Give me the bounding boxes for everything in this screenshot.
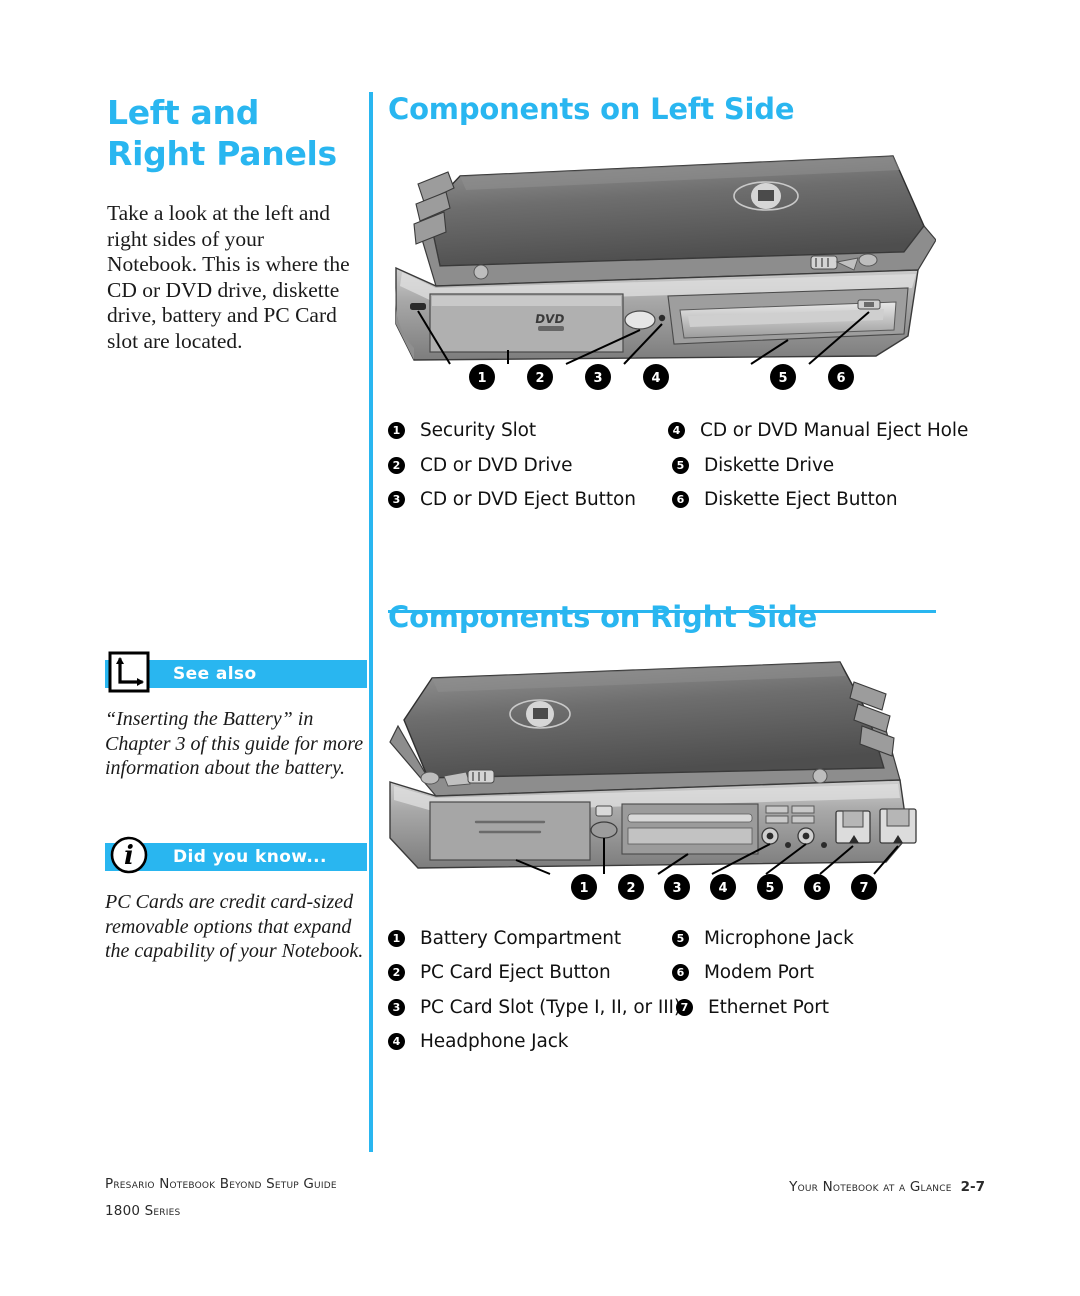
legend-item: 3 PC Card Slot (Type I, II, or III) — [388, 997, 681, 1018]
legend-label: Battery Compartment — [420, 927, 622, 949]
notebook-left-side-illustration: DVD 1 2 3 4 5 6 — [388, 148, 948, 438]
footer-section-title: Your Notebook at a Glance — [789, 1179, 952, 1195]
legend-label: CD or DVD Eject Button — [420, 489, 636, 510]
legend-label: Ethernet Port — [708, 996, 829, 1018]
legend-label: Diskette Drive — [703, 454, 835, 476]
footer-series: 1800 Series — [105, 1203, 181, 1219]
legend-bullet: 2 — [388, 456, 405, 474]
legend-item: 6 Modem Port — [671, 962, 948, 983]
info-circle-icon: i — [105, 831, 153, 879]
legend-row: 2 CD or DVD Drive 5 Diskette Drive — [388, 455, 948, 490]
legend-item: 1 Security Slot — [388, 420, 668, 441]
legend-label: Microphone Jack — [703, 927, 854, 949]
notebook-right-side-illustration: 1 2 3 4 5 6 7 — [388, 656, 948, 946]
legend-right-side: 1 Battery Compartment 5 Microphone Jack … — [388, 928, 948, 1066]
intro-paragraph: Take a look at the left and right sides … — [107, 201, 350, 353]
legend-bullet: 6 — [671, 964, 689, 981]
legend-item: 3 CD or DVD Eject Button — [388, 489, 672, 510]
legend-item: 2 PC Card Eject Button — [388, 962, 672, 983]
legend-bullet: 1 — [388, 422, 405, 439]
legend-item: 7 Ethernet Port — [676, 997, 948, 1018]
legend-label: Security Slot — [420, 420, 537, 441]
legend-label: Headphone Jack — [420, 1031, 569, 1052]
legend-bullet: 2 — [388, 964, 405, 981]
right-column: Components on Left Side DVD 1 2 3 4 5 6 … — [388, 92, 968, 1066]
left-column: Left and Right Panels Take a look at the… — [105, 92, 367, 355]
see-also-callout: See also “Inserting the Battery” in Chap… — [105, 651, 367, 801]
did-you-know-banner: i Did you know... — [105, 836, 367, 874]
legend-bullet: 4 — [668, 422, 685, 439]
page-title: Left and Right Panels — [107, 92, 367, 174]
legend-bullet: 6 — [671, 491, 689, 508]
legend-row: 3 PC Card Slot (Type I, II, or III) 7 Et… — [388, 997, 948, 1032]
legend-label: Diskette Eject Button — [703, 489, 898, 510]
legend-item: 4 CD or DVD Manual Eject Hole — [668, 420, 968, 441]
legend-item: 6 Diskette Eject Button — [671, 489, 948, 510]
see-also-body: “Inserting the Battery” in Chapter 3 of … — [105, 708, 364, 779]
legend-bullet: 4 — [388, 1033, 405, 1050]
footer-page-number: 2-7 — [960, 1179, 985, 1195]
legend-row: 2 PC Card Eject Button 6 Modem Port — [388, 962, 948, 997]
footer-right: Your Notebook at a Glance 2-7 — [789, 1176, 985, 1195]
footer-left: Presario Notebook Beyond Setup Guide 180… — [105, 1176, 337, 1219]
legend-bullet: 5 — [671, 929, 689, 947]
legend-bullet: 7 — [676, 998, 693, 1016]
section-divider-rule — [388, 610, 936, 613]
svg-text:i: i — [124, 841, 134, 871]
legend-item: 1 Battery Compartment — [388, 928, 672, 949]
legend-row: 4 Headphone Jack — [388, 1031, 948, 1066]
legend-label: PC Card Slot (Type I, II, or III) — [420, 996, 682, 1018]
legend-bullet: 5 — [671, 456, 689, 474]
legend-row: 1 Battery Compartment 5 Microphone Jack — [388, 928, 948, 963]
page-title-line-1: Left and — [107, 93, 260, 132]
did-you-know-body: PC Cards are credit card-sized removable… — [105, 891, 364, 962]
legend-bullet: 3 — [388, 998, 405, 1016]
legend-bullet: 1 — [388, 929, 405, 947]
legend-label: CD or DVD Drive — [420, 454, 573, 476]
footer-guide-title: Presario Notebook Beyond Setup Guide — [105, 1176, 337, 1192]
document-page: Left and Right Panels Take a look at the… — [0, 0, 1080, 1296]
legend-bullet: 3 — [388, 491, 405, 508]
legend-label: CD or DVD Manual Eject Hole — [700, 420, 969, 441]
legend-row: 1 Security Slot 4 CD or DVD Manual Eject… — [388, 420, 968, 455]
see-also-banner: See also — [105, 651, 367, 693]
legend-item: 5 Diskette Drive — [671, 454, 948, 476]
legend-item: 5 Microphone Jack — [671, 927, 948, 949]
legend-item: 2 CD or DVD Drive — [388, 455, 672, 476]
section-heading-left-side: Components on Left Side — [388, 92, 795, 126]
did-you-know-label: Did you know... — [173, 847, 327, 867]
legend-label: Modem Port — [703, 962, 814, 983]
legend-item: 4 Headphone Jack — [388, 1031, 672, 1052]
did-you-know-callout: i Did you know... PC Cards are credit ca… — [105, 836, 367, 984]
dvd-badge-text: DVD — [534, 312, 565, 326]
legend-row: 3 CD or DVD Eject Button 6 Diskette Ejec… — [388, 489, 948, 524]
legend-label: PC Card Eject Button — [420, 962, 611, 983]
see-also-label: See also — [173, 664, 257, 684]
page-title-line-2: Right Panels — [107, 134, 337, 173]
legend-left-side: 1 Security Slot 4 CD or DVD Manual Eject… — [388, 420, 968, 524]
see-also-arrow-icon — [105, 648, 153, 696]
vertical-divider — [369, 92, 373, 1152]
section-heading-right-side: Components on Right Side — [388, 599, 818, 634]
